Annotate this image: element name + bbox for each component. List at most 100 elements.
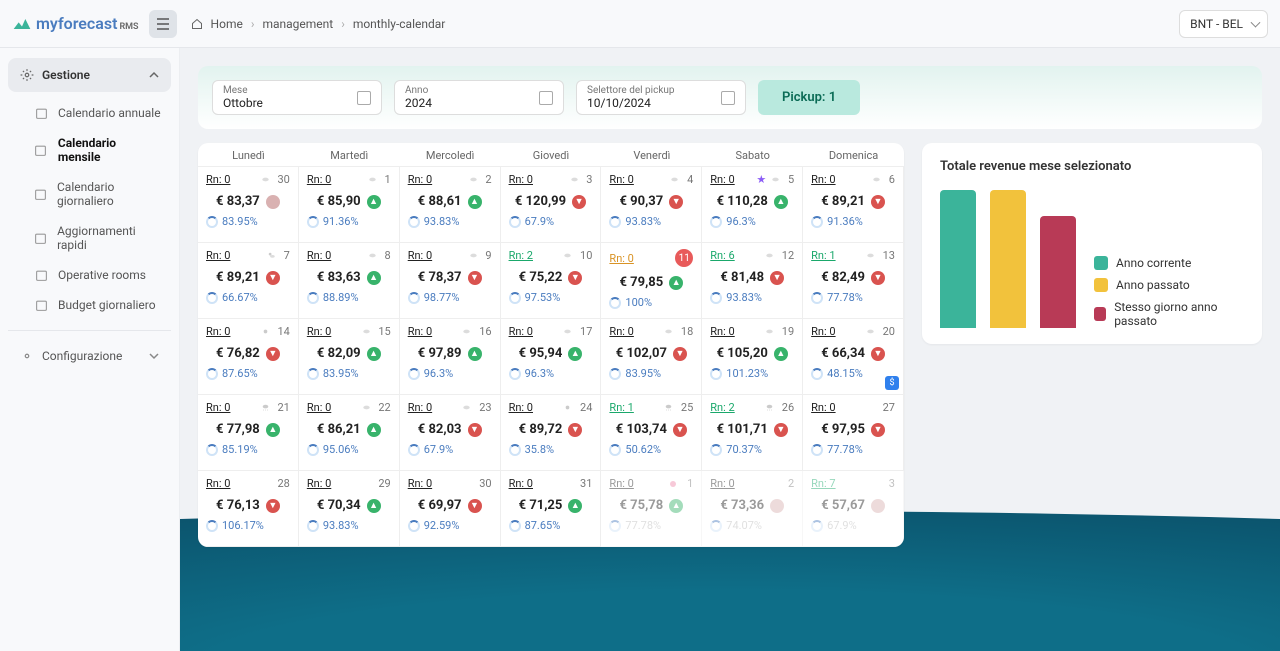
- occupancy: 88.89%: [307, 291, 391, 304]
- rn-link[interactable]: Rn: 0: [408, 173, 432, 186]
- rn-link[interactable]: Rn: 0: [206, 249, 230, 262]
- rn-link[interactable]: Rn: 0: [206, 173, 230, 186]
- calendar-cell[interactable]: Rn: 0 30 € 83,37 83.95%: [198, 167, 299, 243]
- sidebar-item-4[interactable]: Operative rooms: [8, 260, 171, 290]
- rn-link[interactable]: Rn: 0: [710, 173, 734, 186]
- breadcrumb-monthly-calendar[interactable]: monthly-calendar: [353, 17, 446, 31]
- rn-link[interactable]: Rn: 0: [307, 173, 331, 186]
- rn-link[interactable]: Rn: 0: [408, 477, 432, 490]
- rn-link[interactable]: Rn: 0: [609, 325, 633, 338]
- rn-link[interactable]: Rn: 0: [206, 477, 230, 490]
- calendar-cell[interactable]: Rn: 0 17 € 95,94 ▲ 96.3%: [501, 319, 602, 395]
- trend-up-icon: ▲: [774, 195, 788, 209]
- revenue-title: Totale revenue mese selezionato: [940, 159, 1244, 174]
- menu-toggle[interactable]: [149, 10, 177, 38]
- breadcrumb-management[interactable]: management: [262, 17, 333, 31]
- rn-link[interactable]: Rn: 0: [811, 401, 835, 414]
- calendar-cell[interactable]: Rn: 6 12 € 81,48 ▼ 93.83%: [702, 243, 803, 319]
- calendar-cell[interactable]: Rn: 1 13 € 82,49 ▼ 77.78%: [803, 243, 904, 319]
- ring-icon: [307, 216, 319, 228]
- rn-link[interactable]: Rn: 0: [307, 249, 331, 262]
- rn-link[interactable]: Rn: 0: [811, 173, 835, 186]
- calendar-cell[interactable]: Rn: 0 6 € 89,21 ▼ 91.36%: [803, 167, 904, 243]
- calendar-cell[interactable]: Rn: 0 24 € 89,72 ▼ 35.8%: [501, 395, 602, 471]
- rn-link[interactable]: Rn: 0: [710, 477, 734, 490]
- rn-link[interactable]: Rn: 0: [408, 401, 432, 414]
- sidebar-item-3[interactable]: Aggiornamenti rapidi: [8, 216, 171, 260]
- day-number: 13: [865, 249, 895, 262]
- calendar-cell[interactable]: Rn: 0 18 € 102,07 ▼ 83.95%: [601, 319, 702, 395]
- sidebar-item-2[interactable]: Calendario giornaliero: [8, 172, 171, 216]
- calendar-cell[interactable]: Rn: 0 1 € 75,78 ▲ 77.78%: [601, 471, 702, 547]
- day-number: 3: [886, 477, 895, 490]
- ring-icon: [811, 444, 823, 456]
- rn-link[interactable]: Rn: 0: [307, 325, 331, 338]
- calendar-cell[interactable]: Rn: 0 28 € 76,13 ▼ 106.17%: [198, 471, 299, 547]
- calendar-cell[interactable]: Rn: 0 20 € 66,34 ▼ 48.15% $: [803, 319, 904, 395]
- pickup-date-select[interactable]: Selettore del pickup 10/10/2024: [576, 80, 746, 115]
- sidebar-item-5[interactable]: Budget giornaliero: [8, 290, 171, 320]
- rn-link[interactable]: Rn: 0: [811, 325, 835, 338]
- calendar-cell[interactable]: Rn: 0 14 € 76,82 ▼ 87.65%: [198, 319, 299, 395]
- rn-link[interactable]: Rn: 0: [206, 325, 230, 338]
- calendar-cell[interactable]: Rn: 0 15 € 82,09 ▲ 83.95%: [299, 319, 400, 395]
- rn-link[interactable]: Rn: 6: [710, 249, 734, 262]
- calendar-cell[interactable]: Rn: 0 22 € 86,21 ▲ 95.06%: [299, 395, 400, 471]
- calendar-cell[interactable]: Rn: 0 2 € 88,61 ▲ 93.83%: [400, 167, 501, 243]
- calendar-cell[interactable]: Rn: 0 31 € 71,25 ▲ 87.65%: [501, 471, 602, 547]
- price: € 82,49 ▼: [811, 270, 895, 285]
- day-number: 12: [764, 249, 794, 262]
- calendar-cell[interactable]: Rn: 0 8 € 83,63 ▲ 88.89%: [299, 243, 400, 319]
- ring-icon: [206, 368, 218, 380]
- sidebar-config[interactable]: Configurazione: [8, 341, 171, 371]
- calendar-cell[interactable]: Rn: 1 25 € 103,74 ▼ 50.62%: [601, 395, 702, 471]
- org-selector[interactable]: BNT - BEL: [1179, 10, 1268, 38]
- calendar-cell[interactable]: Rn: 0 ★ 5 € 110,28 ▲ 96.3%: [702, 167, 803, 243]
- rn-link[interactable]: Rn: 2: [509, 249, 533, 262]
- calendar-cell[interactable]: Rn: 0 29 € 70,34 ▲ 93.83%: [299, 471, 400, 547]
- calendar-cell[interactable]: Rn: 0 27 € 97,95 ▼ 77.78%: [803, 395, 904, 471]
- day-number: 28: [275, 477, 290, 490]
- brand-name: myforecast: [36, 14, 117, 33]
- day-number: 24: [562, 401, 592, 414]
- rn-link[interactable]: Rn: 7: [811, 477, 835, 490]
- calendar-cell[interactable]: Rn: 0 7 € 89,21 ▼ 66.67%: [198, 243, 299, 319]
- calendar-cell[interactable]: Rn: 2 26 € 101,71 ▼ 70.37%: [702, 395, 803, 471]
- calendar-cell[interactable]: Rn: 0 16 € 97,89 ▲ 96.3%: [400, 319, 501, 395]
- calendar-cell[interactable]: Rn: 0 19 € 105,20 ▲ 101.23%: [702, 319, 803, 395]
- calendar-cell[interactable]: Rn: 0 9 € 78,37 ▼ 98.77%: [400, 243, 501, 319]
- rn-link[interactable]: Rn: 0: [307, 477, 331, 490]
- rn-link[interactable]: Rn: 0: [408, 325, 432, 338]
- calendar-cell[interactable]: Rn: 0 4 € 90,37 ▼ 93.83%: [601, 167, 702, 243]
- rn-link[interactable]: Rn: 0: [509, 477, 533, 490]
- rn-link[interactable]: Rn: 1: [811, 249, 835, 262]
- rn-link[interactable]: Rn: 0: [710, 325, 734, 338]
- calendar-cell[interactable]: Rn: 0 1 € 85,90 ▲ 91.36%: [299, 167, 400, 243]
- rn-link[interactable]: Rn: 0: [307, 401, 331, 414]
- rn-link[interactable]: Rn: 1: [609, 401, 633, 414]
- rn-link[interactable]: Rn: 0: [609, 173, 633, 186]
- calendar-cell[interactable]: Rn: 0 23 € 82,03 ▼ 67.9%: [400, 395, 501, 471]
- calendar-cell[interactable]: Rn: 0 2 € 73,36 74.07%: [702, 471, 803, 547]
- calendar-cell[interactable]: Rn: 0 21 € 77,98 ▲ 85.19%: [198, 395, 299, 471]
- calendar-cell[interactable]: Rn: 0 30 € 69,97 ▼ 92.59%: [400, 471, 501, 547]
- rn-link[interactable]: Rn: 0: [206, 401, 230, 414]
- rn-link[interactable]: Rn: 0: [509, 325, 533, 338]
- rn-link[interactable]: Rn: 0: [609, 252, 633, 265]
- breadcrumb-home[interactable]: Home: [211, 17, 243, 31]
- calendar-cell[interactable]: Rn: 2 10 € 75,22 ▼ 97.53%: [501, 243, 602, 319]
- rn-link[interactable]: Rn: 0: [509, 401, 533, 414]
- calendar-cell[interactable]: Rn: 0 11 € 79,85 ▲ 100%: [601, 243, 702, 319]
- sidebar-item-1[interactable]: Calendario mensile: [8, 128, 171, 172]
- rn-link[interactable]: Rn: 0: [408, 249, 432, 262]
- weekday-header: Domenica: [803, 143, 904, 167]
- rn-link[interactable]: Rn: 0: [609, 477, 633, 490]
- sidebar-item-0[interactable]: Calendario annuale: [8, 98, 171, 128]
- month-select[interactable]: Mese Ottobre: [212, 80, 382, 115]
- year-select[interactable]: Anno 2024: [394, 80, 564, 115]
- sidebar-group-gestione[interactable]: Gestione: [8, 58, 171, 92]
- rn-link[interactable]: Rn: 2: [710, 401, 734, 414]
- calendar-cell[interactable]: Rn: 7 3 € 57,67 67.9%: [803, 471, 904, 547]
- rn-link[interactable]: Rn: 0: [509, 173, 533, 186]
- calendar-cell[interactable]: Rn: 0 3 € 120,99 ▼ 67.9%: [501, 167, 602, 243]
